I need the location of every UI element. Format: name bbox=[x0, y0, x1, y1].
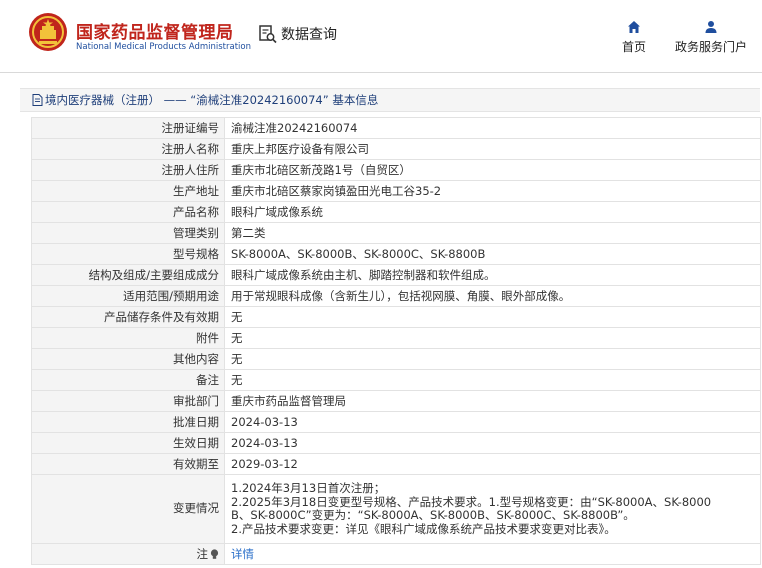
note-label-text: 注 bbox=[196, 547, 209, 561]
field-value: 无 bbox=[224, 306, 761, 328]
field-value: 第二类 bbox=[224, 222, 761, 244]
field-label: 注册证编号 bbox=[31, 117, 225, 139]
table-row: 注册证编号 渝械注准20242160074 bbox=[31, 117, 761, 139]
field-label: 生效日期 bbox=[31, 432, 225, 454]
table-row: 有效期至 2029-03-12 bbox=[31, 453, 761, 475]
field-label: 审批部门 bbox=[31, 390, 225, 412]
table-row: 附件无 bbox=[31, 327, 761, 349]
field-value: 无 bbox=[224, 348, 761, 370]
field-label: 注册人住所 bbox=[31, 159, 225, 181]
site-title[interactable]: 国家药品监督管理局 bbox=[76, 18, 234, 43]
data-query-label: 数据查询 bbox=[281, 27, 337, 43]
field-value: 眼科广域成像系统由主机、脚踏控制器和软件组成。 bbox=[224, 264, 761, 286]
field-label: 有效期至 bbox=[31, 453, 225, 475]
field-value: 渝械注准20242160074 bbox=[224, 117, 761, 139]
table-row: 生产地址 重庆市北碚区蔡家岗镇盈田光电工谷35-2 bbox=[31, 180, 761, 202]
table-row: 备注无 bbox=[31, 369, 761, 391]
table-row: 注 详情 bbox=[31, 543, 761, 565]
field-label: 注册人名称 bbox=[31, 138, 225, 160]
breadcrumb: 境内医疗器械（注册） —— “渝械注准20242160074” 基本信息 bbox=[20, 88, 760, 112]
change-history-line: 2.2025年3月18日变更型号规格、产品技术要求。1.型号规格变更：由“SK-… bbox=[231, 494, 712, 509]
field-value: 重庆上邦医疗设备有限公司 bbox=[224, 138, 761, 160]
field-label: 适用范围/预期用途 bbox=[31, 285, 225, 307]
details-link[interactable]: 详情 bbox=[231, 547, 254, 561]
field-value: 2024-03-13 bbox=[224, 411, 761, 433]
field-label: 结构及组成/主要组成成分 bbox=[31, 264, 225, 286]
nav-home-label: 首页 bbox=[622, 40, 647, 54]
field-value: 无 bbox=[224, 327, 761, 349]
field-label: 型号规格 bbox=[31, 243, 225, 265]
field-label: 产品名称 bbox=[31, 201, 225, 223]
table-row: 产品名称 眼科广域成像系统 bbox=[31, 201, 761, 223]
field-value: 用于常规眼科成像（含新生儿），包括视网膜、角膜、眼外部成像。 bbox=[224, 285, 761, 307]
table-row: 适用范围/预期用途 用于常规眼科成像（含新生儿），包括视网膜、角膜、眼外部成像。 bbox=[31, 285, 761, 307]
field-label: 其他内容 bbox=[31, 348, 225, 370]
field-label: 管理类别 bbox=[31, 222, 225, 244]
field-label: 生产地址 bbox=[31, 180, 225, 202]
lightbulb-icon bbox=[210, 548, 219, 559]
field-label: 批准日期 bbox=[31, 411, 225, 433]
table-row: 产品储存条件及有效期无 bbox=[31, 306, 761, 328]
table-row: 型号规格 SK-8000A、SK-8000B、SK-8000C、SK-8800B bbox=[31, 243, 761, 265]
field-value: SK-8000A、SK-8000B、SK-8000C、SK-8800B bbox=[224, 243, 761, 265]
document-search-icon bbox=[259, 25, 277, 44]
user-icon bbox=[705, 21, 717, 33]
table-row: 注册人住所 重庆市北碚区新茂路1号（自贸区） bbox=[31, 159, 761, 181]
data-query-link[interactable]: 数据查询 bbox=[258, 24, 337, 44]
site-header: 国家药品监督管理局 National Medical Products Admi… bbox=[0, 0, 762, 73]
document-icon bbox=[32, 94, 43, 106]
field-value: 重庆市北碚区新茂路1号（自贸区） bbox=[224, 159, 761, 181]
table-row: 注册人名称 重庆上邦医疗设备有限公司 bbox=[31, 138, 761, 160]
note-label-cell: 注 bbox=[31, 543, 225, 565]
field-value: 眼科广域成像系统 bbox=[224, 201, 761, 223]
field-label: 变更情况 bbox=[31, 474, 225, 544]
field-label: 备注 bbox=[31, 369, 225, 391]
field-label: 附件 bbox=[31, 327, 225, 349]
table-row: 审批部门 重庆市药品监督管理局 bbox=[31, 390, 761, 412]
national-emblem-icon[interactable] bbox=[28, 12, 68, 52]
table-row: 其他内容无 bbox=[31, 348, 761, 370]
note-value-cell: 详情 bbox=[224, 543, 761, 565]
field-label: 产品储存条件及有效期 bbox=[31, 306, 225, 328]
field-value: 2024-03-13 bbox=[224, 432, 761, 454]
table-row: 管理类别 第二类 bbox=[31, 222, 761, 244]
site-subtitle: National Medical Products Administration bbox=[76, 42, 251, 52]
home-icon bbox=[628, 21, 640, 33]
field-value: 重庆市药品监督管理局 bbox=[224, 390, 761, 412]
change-history-line: 2.产品技术要求变更：详见《眼科广域成像系统产品技术要求变更对比表》。 bbox=[231, 521, 616, 536]
nav-gov-portal[interactable]: 政务服务门户 bbox=[675, 20, 747, 55]
nav-home[interactable]: 首页 bbox=[622, 20, 646, 55]
table-row: 批准日期 2024-03-13 bbox=[31, 411, 761, 433]
table-row: 结构及组成/主要组成成分 眼科广域成像系统由主机、脚踏控制器和软件组成。 bbox=[31, 264, 761, 286]
registration-info-table: 注册证编号 渝械注准20242160074 注册人名称 重庆上邦医疗设备有限公司 注册人… bbox=[31, 117, 761, 565]
table-row: 变更情况 1.2024年3月13日首次注册； 2.2025年3月18日变更型号规格、… bbox=[31, 474, 761, 544]
field-value: 重庆市北碚区蔡家岗镇盈田光电工谷35-2 bbox=[224, 180, 761, 202]
table-row: 生效日期 2024-03-13 bbox=[31, 432, 761, 454]
change-history-line: 1.2024年3月13日首次注册； bbox=[231, 481, 386, 495]
nav-gov-portal-label: 政务服务门户 bbox=[675, 40, 748, 54]
field-value: 2029-03-12 bbox=[224, 453, 761, 475]
field-value: 无 bbox=[224, 369, 761, 391]
breadcrumb-text: 境内医疗器械（注册） —— “渝械注准20242160074” 基本信息 bbox=[45, 93, 379, 107]
note-label: 注 bbox=[197, 544, 220, 564]
change-history-value: 1.2024年3月13日首次注册； 2.2025年3月18日变更型号规格、产品技术… bbox=[224, 474, 761, 544]
change-history-line: B、SK-8000C”变更为：“SK-8000A、SK-8000B、SK-800… bbox=[231, 508, 635, 522]
